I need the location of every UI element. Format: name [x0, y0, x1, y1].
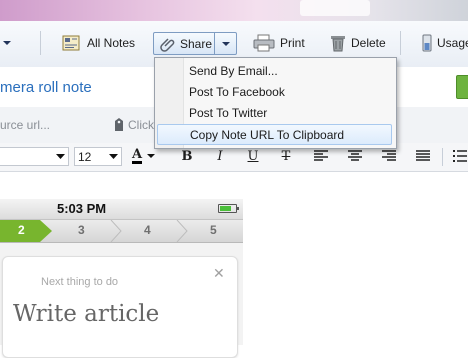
- delete-label: Delete: [351, 36, 386, 50]
- align-left-button[interactable]: [313, 148, 329, 164]
- share-dropdown-arrow[interactable]: [214, 33, 237, 54]
- menu-item-send-email[interactable]: Send By Email...: [157, 60, 392, 81]
- strikethrough-button[interactable]: T: [278, 148, 294, 164]
- phone-clock: 5:03 PM: [57, 201, 107, 216]
- align-left-icon: [314, 150, 328, 161]
- justify-button[interactable]: [415, 148, 431, 164]
- align-right-icon: [382, 150, 396, 161]
- italic-button[interactable]: I: [212, 148, 228, 164]
- usage-button[interactable]: Usage: [422, 32, 468, 54]
- font-size-select[interactable]: 12: [74, 147, 122, 166]
- window-top-strip: [0, 0, 468, 21]
- bullet-list-icon: [453, 150, 467, 162]
- share-dropdown-menu: Send By Email... Post To Facebook Post T…: [154, 57, 397, 149]
- usage-label: Usage: [437, 36, 468, 50]
- step-item: 4: [144, 223, 151, 237]
- text-color-label: A: [132, 146, 143, 164]
- share-label: Share: [180, 36, 213, 51]
- green-action-button[interactable]: [456, 75, 468, 99]
- chevron-right-icon: [110, 220, 122, 242]
- chevron-down-icon: [3, 41, 11, 45]
- step-active-label: 2: [18, 223, 25, 237]
- tag-icon: [115, 118, 123, 131]
- step-item: 5: [210, 223, 217, 237]
- font-family-select[interactable]: [0, 147, 69, 166]
- bold-button[interactable]: B: [179, 148, 195, 164]
- battery-icon: [218, 204, 239, 213]
- usage-meter-icon: [422, 34, 432, 52]
- close-icon[interactable]: ✕: [213, 265, 225, 282]
- source-url-field[interactable]: urce url...: [0, 118, 50, 132]
- chevron-down-icon: [109, 153, 118, 159]
- toolbar-divider: [40, 31, 41, 55]
- toolbar-divider: [442, 148, 443, 166]
- all-notes-button[interactable]: All Notes: [62, 32, 135, 54]
- share-split-button[interactable]: Share: [153, 32, 237, 55]
- chevron-down-icon: [56, 153, 65, 159]
- card-title: Write article: [13, 301, 160, 327]
- underline-button[interactable]: U: [245, 148, 261, 164]
- print-button[interactable]: Print: [253, 32, 305, 54]
- step-active: 2: [0, 220, 52, 242]
- card-subtitle: Next thing to do: [41, 276, 119, 288]
- chevron-down-icon: [147, 153, 156, 158]
- menu-item-post-facebook[interactable]: Post To Facebook: [157, 81, 392, 102]
- chevron-down-icon: [222, 41, 230, 46]
- click-to-add-tag[interactable]: Click: [128, 118, 154, 132]
- note-title-input[interactable]: mera roll note: [0, 79, 92, 96]
- font-size-value: 12: [78, 149, 92, 164]
- paperclip-icon: [160, 37, 175, 52]
- align-center-icon: [348, 150, 362, 161]
- task-card: Next thing to do Write article ✕: [2, 256, 238, 358]
- justify-icon: [416, 150, 430, 161]
- menu-item-post-twitter[interactable]: Post To Twitter: [157, 102, 392, 123]
- share-button[interactable]: Share: [154, 33, 214, 54]
- bullet-list-button[interactable]: [452, 148, 468, 164]
- phone-status-bar: 5:03 PM: [0, 199, 243, 220]
- align-center-button[interactable]: [347, 148, 363, 164]
- align-right-button[interactable]: [381, 148, 397, 164]
- text-color-button[interactable]: A: [132, 148, 162, 164]
- toolbar-divider: [400, 31, 401, 55]
- step-progress-bar: 2 3 4 5: [0, 220, 243, 243]
- trash-icon: [331, 36, 345, 52]
- print-label: Print: [280, 36, 305, 50]
- delete-button[interactable]: Delete: [330, 32, 386, 54]
- chevron-right-icon: [176, 220, 188, 242]
- all-notes-label: All Notes: [87, 36, 136, 50]
- menu-item-copy-note-url[interactable]: Copy Note URL To Clipboard: [157, 124, 392, 145]
- step-item: 3: [78, 223, 85, 237]
- all-notes-icon: [62, 35, 80, 51]
- printer-icon: [253, 34, 275, 52]
- tab-strip-blur: [300, 0, 370, 16]
- view-dropdown-arrow[interactable]: [2, 32, 12, 54]
- embedded-phone-screenshot: 5:03 PM 2 3 4 5 Next thing to do Write a…: [0, 199, 243, 358]
